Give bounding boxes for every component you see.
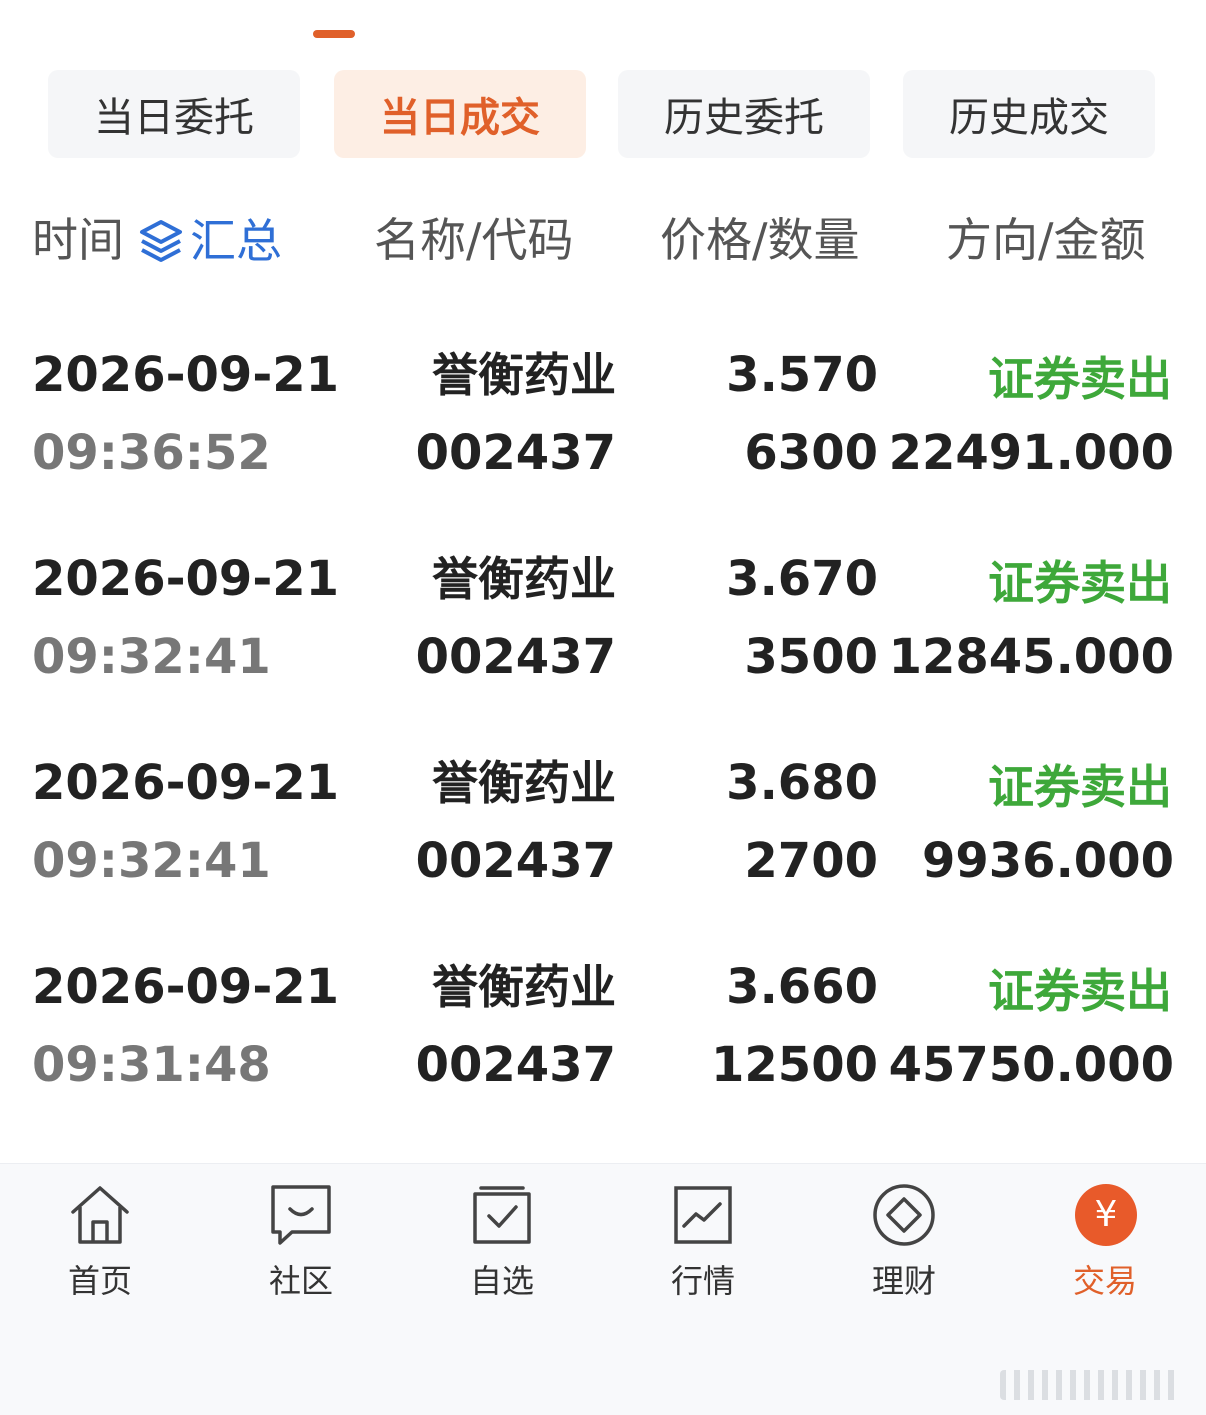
diamond-icon <box>873 1184 935 1246</box>
nav-label: 首页 <box>67 1262 132 1300</box>
table-row[interactable]: 2026-09-21 09:32:41 誉衡药业 002437 3.680 27… <box>0 738 1206 898</box>
trade-direction: 证券卖出 <box>988 964 1172 1018</box>
summary-button[interactable]: 汇总 <box>138 215 282 267</box>
header-name-code: 名称/代码 <box>374 213 574 267</box>
nav-label: 自选 <box>469 1262 534 1300</box>
trade-amount: 12845.000 <box>888 629 1174 685</box>
table-row[interactable]: 2026-09-21 09:36:52 誉衡药业 002437 3.570 63… <box>0 330 1206 490</box>
tab-history-trades[interactable]: 历史成交 <box>903 70 1155 158</box>
stock-code: 002437 <box>415 833 616 889</box>
trade-direction: 证券卖出 <box>988 556 1172 610</box>
nav-label: 交易 <box>1072 1262 1137 1300</box>
trade-time: 09:31:48 <box>32 1037 271 1093</box>
trade-date: 2026-09-21 <box>32 755 340 811</box>
nav-label: 理财 <box>871 1262 936 1300</box>
tab-history-orders[interactable]: 历史委托 <box>618 70 870 158</box>
nav-item-watchlist[interactable]: 自选 <box>442 1182 562 1302</box>
nav-item-market[interactable]: 行情 <box>643 1182 763 1302</box>
header-price-qty: 价格/数量 <box>660 213 860 267</box>
nav-label: 社区 <box>268 1262 333 1300</box>
home-icon <box>71 1186 129 1244</box>
trade-quantity: 12500 <box>711 1037 878 1093</box>
home-indicator <box>1000 1370 1180 1400</box>
watchlist-icon <box>473 1186 531 1244</box>
yen-icon: ¥ <box>1075 1184 1137 1246</box>
trade-time: 09:32:41 <box>32 629 271 685</box>
tab-today-orders[interactable]: 当日委托 <box>48 70 300 158</box>
nav-item-wealth[interactable]: 理财 <box>844 1182 964 1302</box>
trade-time: 09:36:52 <box>32 425 271 481</box>
nav-item-community[interactable]: 社区 <box>241 1182 361 1302</box>
column-header: 时间 汇总 名称/代码 价格/数量 方向/金额 <box>0 205 1206 275</box>
trade-quantity: 6300 <box>744 425 878 481</box>
trade-direction: 证券卖出 <box>988 760 1172 814</box>
trade-price: 3.670 <box>726 551 878 607</box>
nav-item-home[interactable]: 首页 <box>40 1182 160 1302</box>
nav-label: 行情 <box>670 1262 735 1300</box>
stock-name: 誉衡药业 <box>432 960 616 1014</box>
trade-amount: 45750.000 <box>888 1037 1174 1093</box>
chat-icon <box>271 1185 331 1245</box>
summary-label: 汇总 <box>190 214 282 268</box>
trade-date: 2026-09-21 <box>32 959 340 1015</box>
trade-date: 2026-09-21 <box>32 347 340 403</box>
table-row[interactable]: 2026-09-21 09:32:41 誉衡药业 002437 3.670 35… <box>0 534 1206 694</box>
trade-price: 3.680 <box>726 755 878 811</box>
table-row[interactable]: 2026-09-21 09:31:48 誉衡药业 002437 3.660 12… <box>0 942 1206 1102</box>
trade-time: 09:32:41 <box>32 833 271 889</box>
trade-direction: 证券卖出 <box>988 352 1172 406</box>
top-indicator <box>313 30 355 38</box>
stock-name: 誉衡药业 <box>432 348 616 402</box>
header-time: 时间 <box>32 213 124 267</box>
trade-amount: 9936.000 <box>921 833 1174 889</box>
trade-amount: 22491.000 <box>888 425 1174 481</box>
trade-price: 3.660 <box>726 959 878 1015</box>
nav-item-trade[interactable]: ¥ 交易 <box>1045 1182 1165 1302</box>
trade-price: 3.570 <box>726 347 878 403</box>
trade-quantity: 3500 <box>744 629 878 685</box>
market-chart-icon <box>674 1186 732 1244</box>
stock-name: 誉衡药业 <box>432 552 616 606</box>
layers-icon <box>140 220 182 262</box>
tab-today-trades[interactable]: 当日成交 <box>334 70 586 158</box>
stock-code: 002437 <box>415 629 616 685</box>
trade-quantity: 2700 <box>744 833 878 889</box>
stock-code: 002437 <box>415 425 616 481</box>
header-dir-amount: 方向/金额 <box>946 213 1146 267</box>
stock-name: 誉衡药业 <box>432 756 616 810</box>
stock-code: 002437 <box>415 1037 616 1093</box>
trade-date: 2026-09-21 <box>32 551 340 607</box>
tab-bar: 当日委托 当日成交 历史委托 历史成交 <box>0 70 1206 158</box>
